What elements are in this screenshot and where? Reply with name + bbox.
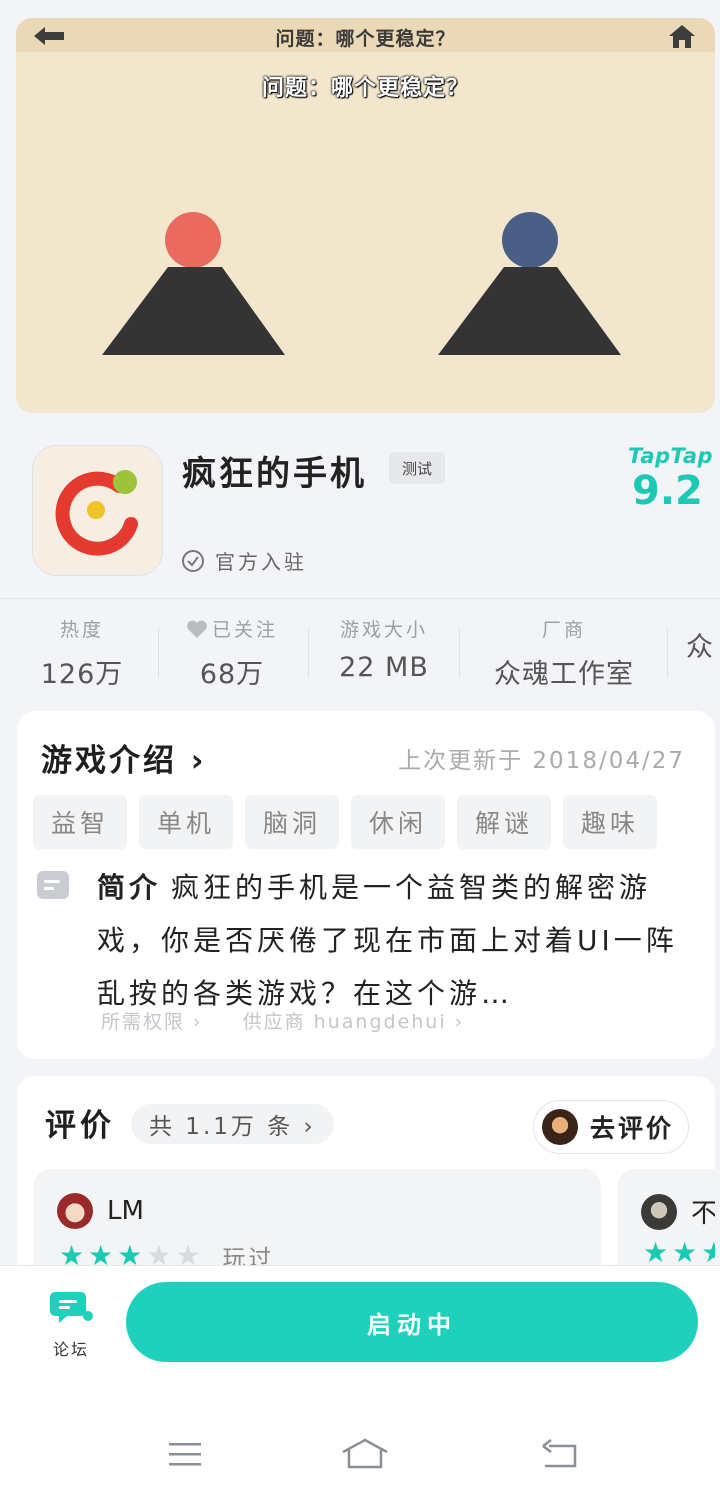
stat-size: 游戏大小 22 MB bbox=[320, 615, 448, 683]
stat-popularity: 热度 126万 bbox=[30, 615, 134, 691]
stat-developer[interactable]: 厂商 众魂工作室 bbox=[474, 615, 654, 691]
rating-stars: ★ ★ ★ bbox=[643, 1239, 715, 1267]
screenshot-artwork bbox=[102, 212, 621, 355]
tag-chip[interactable]: 趣味 bbox=[563, 795, 657, 849]
tag-chip[interactable]: 休闲 bbox=[351, 795, 445, 849]
description-title: 简介 bbox=[97, 871, 162, 904]
avatar bbox=[641, 1193, 677, 1230]
forum-button[interactable]: 论坛 bbox=[48, 1288, 94, 1360]
check-circle-icon bbox=[182, 549, 204, 572]
tag-chip[interactable]: 益智 bbox=[33, 795, 127, 849]
description[interactable]: 简介 疯狂的手机是一个益智类的解密游戏，你是否厌倦了现在市面上对着UI一阵乱按的各… bbox=[97, 861, 682, 1020]
star-icon: ★ bbox=[672, 1236, 698, 1269]
tag-chip[interactable]: 单机 bbox=[139, 795, 233, 849]
intro-title[interactable]: 游戏介绍 › bbox=[41, 735, 207, 780]
stat-divider bbox=[667, 628, 668, 678]
star-icon: ★ bbox=[643, 1236, 669, 1269]
taptap-score[interactable]: 9.2 bbox=[632, 468, 703, 514]
stat-value: 126万 bbox=[40, 659, 124, 690]
write-review-button[interactable]: 去评价 bbox=[533, 1100, 689, 1154]
official-text: 官方入驻 bbox=[215, 550, 307, 574]
star-icon: ★ bbox=[701, 1236, 715, 1269]
home-nav-icon[interactable] bbox=[340, 1434, 390, 1474]
info-links: 所需权限 › 供应商 huangdehui › bbox=[101, 1007, 464, 1034]
heart-icon bbox=[187, 620, 207, 638]
official-label: 官方入驻 bbox=[181, 546, 307, 575]
provider-link[interactable]: 供应商 huangdehui › bbox=[243, 1007, 465, 1034]
doc-icon bbox=[37, 871, 69, 899]
forum-icon bbox=[50, 1292, 93, 1323]
stat-followers[interactable]: 已关注 68万 bbox=[172, 615, 292, 691]
write-review-label: 去评价 bbox=[590, 1114, 675, 1143]
stat-label: 游戏大小 bbox=[339, 619, 428, 641]
stat-label: 热度 bbox=[59, 619, 104, 641]
tag-chip[interactable]: 脑洞 bbox=[245, 795, 339, 849]
stat-divider bbox=[459, 628, 460, 678]
stat-partial: 众 bbox=[682, 615, 718, 664]
left-trapezoid bbox=[102, 267, 285, 355]
launch-button[interactable]: 启动中 bbox=[126, 1282, 698, 1362]
stat-value: 22 MB bbox=[339, 652, 429, 683]
blue-ball bbox=[502, 212, 558, 268]
intro-card: 游戏介绍 › 上次更新于 2018/04/27 益智 单机 脑洞 休闲 解谜 趣… bbox=[17, 711, 715, 1059]
tag-list: 益智 单机 脑洞 休闲 解谜 趣味 bbox=[33, 795, 657, 849]
red-ball bbox=[165, 212, 221, 268]
reviews-title: 评价 bbox=[45, 1108, 115, 1144]
app-title: 疯狂的手机 bbox=[182, 454, 367, 494]
tag-chip[interactable]: 解谜 bbox=[457, 795, 551, 849]
app-icon bbox=[33, 446, 162, 575]
stat-label: 已关注 bbox=[211, 619, 278, 641]
avatar bbox=[542, 1109, 578, 1145]
right-trapezoid bbox=[438, 267, 621, 355]
stat-value: 68万 bbox=[199, 659, 265, 690]
review-count-button[interactable]: 共 1.1万 条 › bbox=[131, 1104, 334, 1144]
permissions-link[interactable]: 所需权限 › bbox=[101, 1007, 203, 1034]
stat-label: 厂商 bbox=[541, 619, 586, 641]
stat-divider bbox=[308, 628, 309, 678]
beta-badge: 测试 bbox=[389, 452, 445, 484]
description-text: 疯狂的手机是一个益智类的解密游戏，你是否厌倦了现在市面上对着UI一阵乱按的各类游… bbox=[97, 871, 678, 1010]
review-username: 不 bbox=[691, 1199, 715, 1229]
avatar bbox=[57, 1193, 93, 1229]
stat-value: 众 bbox=[686, 632, 714, 663]
menu-icon[interactable] bbox=[160, 1434, 210, 1474]
stat-value: 众魂工作室 bbox=[494, 659, 634, 690]
review-username: LM bbox=[107, 1196, 144, 1226]
bottom-action-bar: 论坛 启动中 bbox=[0, 1265, 720, 1494]
forum-label: 论坛 bbox=[52, 1340, 89, 1359]
update-date: 上次更新于 2018/04/27 bbox=[398, 748, 685, 774]
divider bbox=[0, 598, 720, 599]
stat-divider bbox=[158, 628, 159, 678]
back-nav-icon[interactable] bbox=[534, 1434, 584, 1474]
game-screenshot[interactable]: 问题：哪个更稳定？ 问题：哪个更稳定？ bbox=[16, 18, 715, 413]
taptap-brand: TapTap bbox=[628, 444, 714, 468]
